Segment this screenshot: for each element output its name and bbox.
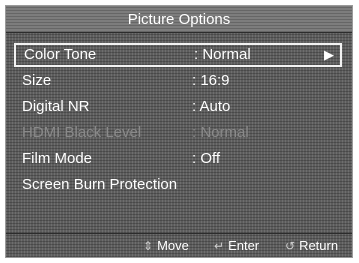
move-hint: ⇕ Move [143,234,189,258]
menu-item-size[interactable]: Size : 16:9 [14,69,342,93]
menu-item-screen-burn-protection[interactable]: Screen Burn Protection [14,173,342,197]
return-icon: ↺ [285,239,296,253]
picture-options-osd: Picture Options Color Tone : Normal ▶ Si… [5,5,353,258]
menu-item-label: Film Mode [22,150,93,167]
footer-hints: ⇕ Move ↵ Enter ↺ Return [6,234,352,257]
menu-item-label: Size [22,72,52,89]
menu-item-label: Screen Burn Protection [22,176,178,193]
menu-item-digital-nr[interactable]: Digital NR : Auto [14,95,342,119]
return-label: Return [299,238,339,253]
menu-item-value: : 16:9 [192,72,230,89]
enter-icon: ↵ [214,239,225,253]
menu-item-color-tone[interactable]: Color Tone : Normal ▶ [14,43,342,67]
enter-label: Enter [228,238,260,253]
menu-item-hdmi-black-level: HDMI Black Level : Normal [14,121,342,145]
enter-hint: ↵ Enter [214,234,259,258]
return-hint: ↺ Return [285,234,338,258]
menu-item-label: HDMI Black Level [22,124,142,141]
move-label: Move [157,238,189,253]
submenu-arrow-icon: ▶ [324,47,334,62]
menu-item-value: : Normal [192,124,249,141]
menu-item-value: : Off [192,150,221,167]
menu-item-value: : Normal [194,46,251,63]
menu-item-label: Color Tone [24,46,97,63]
menu-title: Picture Options [6,6,352,33]
menu-item-film-mode[interactable]: Film Mode : Off [14,147,342,171]
menu-item-value: : Auto [192,98,231,115]
menu-item-label: Digital NR [22,98,90,115]
move-icon: ⇕ [143,239,154,253]
